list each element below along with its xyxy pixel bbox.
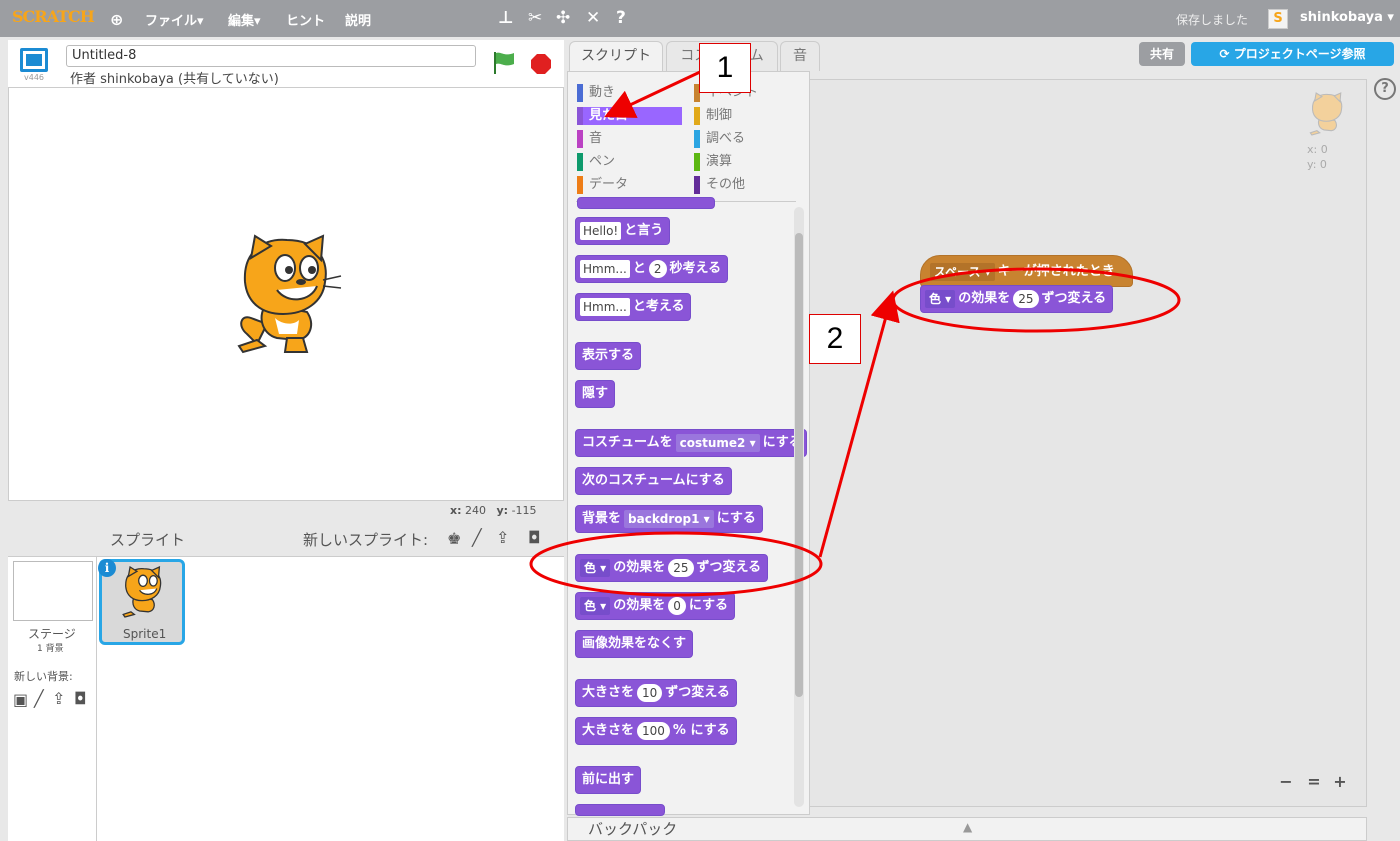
stop-sign-icon[interactable] [530,53,552,75]
duplicate-stamp-icon[interactable]: ⊥ [498,8,514,28]
block-switch-costume[interactable]: コスチュームを costume2 ▾ にする [575,429,807,457]
category-motion-color [577,84,583,102]
category-control-color [694,107,700,125]
category-operators[interactable]: 演算 [694,153,794,171]
category-pen[interactable]: ペン [577,153,682,171]
shrink-icon[interactable]: ✕ [586,8,600,28]
category-operators-color [694,153,700,171]
stage-backdrop-count: 1 背景 [37,644,64,654]
block-switch-backdrop[interactable]: 背景を backdrop1 ▾ にする [575,505,763,533]
backdrop-upload-icon[interactable]: ⇪ [52,689,65,708]
block-change-size[interactable]: 大きさを 10 ずつ変える [575,679,737,707]
version-label: v446 [24,73,45,82]
share-button[interactable]: 共有 [1139,42,1185,66]
category-more-color [694,176,700,194]
block-show[interactable]: 表示する [575,342,642,370]
sprite1-thumbnail-icon [122,566,162,618]
user-avatar[interactable]: S [1268,9,1288,29]
language-globe-icon[interactable]: ⊕ [110,10,123,29]
annotation-label-1: 1 [699,43,751,93]
cat-sprite-icon[interactable] [227,234,343,354]
upload-icon[interactable]: ⇪ [496,528,509,547]
menu-about[interactable]: 説明 [345,10,371,29]
project-author: 作者 shinkobaya (共有していない) [70,72,279,87]
paint-brush-icon[interactable]: ╱ [472,528,482,547]
block-partial-top[interactable] [577,197,715,209]
tab-sounds[interactable]: 音 [780,41,820,71]
scratch-logo[interactable]: SCRATCH [12,7,95,31]
user-menu[interactable]: shinkobaya ▾ [1300,10,1394,25]
zoom-out-icon[interactable]: − [1276,772,1296,792]
category-sensing[interactable]: 調べる [694,130,794,148]
category-data-color [577,176,583,194]
menu-file[interactable]: ファイル▾ [145,10,204,29]
category-sound[interactable]: 音 [577,130,682,148]
zoom-reset-icon[interactable]: = [1304,772,1324,792]
stage-label: ステージ [28,627,76,641]
category-sensing-color [694,130,700,148]
block-go-to-front[interactable]: 前に出す [575,766,642,794]
sprite-x-readout: x: 0 [1307,143,1328,156]
block-next-costume[interactable]: 次のコスチュームにする [575,467,732,495]
backdrop-library-icon[interactable]: ▣ [13,690,28,709]
sprite-y-readout: y: 0 [1307,158,1327,171]
delete-scissors-icon[interactable]: ✂ [528,8,542,28]
menu-bar: SCRATCH ⊕ ファイル▾ 編集▾ ヒント 説明 ⊥ ✂ ✣ ✕ ? 保存し… [0,0,1400,37]
stage-thumbnail[interactable] [13,561,93,621]
mouse-coordinates: x: 240 y: -115 [450,504,537,517]
category-more[interactable]: その他 [694,176,794,194]
grow-icon[interactable]: ✣ [556,8,570,28]
see-project-page-button[interactable]: ⟳ プロジェクトページ参照 [1191,42,1394,66]
block-change-effect[interactable]: 色 ▾ の効果を 25 ずつ変える [575,554,769,582]
backdrop-paint-icon[interactable]: ╱ [34,689,44,708]
block-partial-bottom[interactable] [575,804,665,816]
sprite-info-icon[interactable]: i [98,559,116,577]
category-looks-color [577,107,583,125]
fullscreen-icon[interactable] [20,48,48,72]
help-icon[interactable]: ? [1374,78,1396,100]
block-say[interactable]: Hello! と言う [575,217,671,245]
menu-tips[interactable]: ヒント [286,10,325,29]
script-hat-when-key-pressed[interactable]: スペース ▾ キーが押されたとき [920,255,1133,287]
green-flag-icon[interactable] [492,50,516,76]
category-data[interactable]: データ [577,176,682,194]
new-sprite-label: 新しいスプライト: [303,531,429,549]
sprites-title: スプライト [110,531,186,549]
block-set-effect[interactable]: 色 ▾ の効果を 0 にする [575,592,735,620]
camera-icon[interactable]: ◘ [528,528,541,547]
sprite1-name: Sprite1 [123,627,167,641]
stage-canvas[interactable] [8,87,564,501]
new-backdrop-label: 新しい背景: [14,670,73,683]
block-clear-effects[interactable]: 画像効果をなくす [575,630,694,658]
block-think-for-secs[interactable]: Hmm... と 2 秒考える [575,255,729,283]
menu-edit[interactable]: 編集▾ [228,10,261,29]
category-pen-color [577,153,583,171]
block-hide[interactable]: 隠す [575,380,616,408]
annotation-label-2: 2 [809,314,861,364]
category-motion[interactable]: 動き [577,84,682,102]
backdrop-camera-icon[interactable]: ◘ [74,689,87,708]
save-status: 保存しました [1176,13,1249,27]
help-circle-icon[interactable]: ? [616,8,626,28]
category-control[interactable]: 制御 [694,107,794,125]
current-sprite-icon [1309,92,1343,136]
stage-header: v446 Untitled-8 作者 shinkobaya (共有していない) [8,40,564,87]
category-looks[interactable]: 見た目 [577,107,682,125]
sprite-library-icon[interactable]: ♚ [447,529,461,548]
palette-scrollbar-thumb[interactable] [795,233,803,697]
zoom-in-icon[interactable]: + [1330,772,1350,792]
block-set-size[interactable]: 大きさを 100% にする [575,717,737,745]
scripts-area[interactable] [809,79,1367,807]
block-think[interactable]: Hmm... と考える [575,293,692,321]
script-change-effect[interactable]: 色 ▾ の効果を 25 ずつ変える [920,285,1114,313]
tab-scripts[interactable]: スクリプト [569,41,663,73]
project-title-input[interactable]: Untitled-8 [66,45,476,67]
backpack-expand-icon[interactable]: ▲ [963,820,972,834]
category-sound-color [577,130,583,148]
